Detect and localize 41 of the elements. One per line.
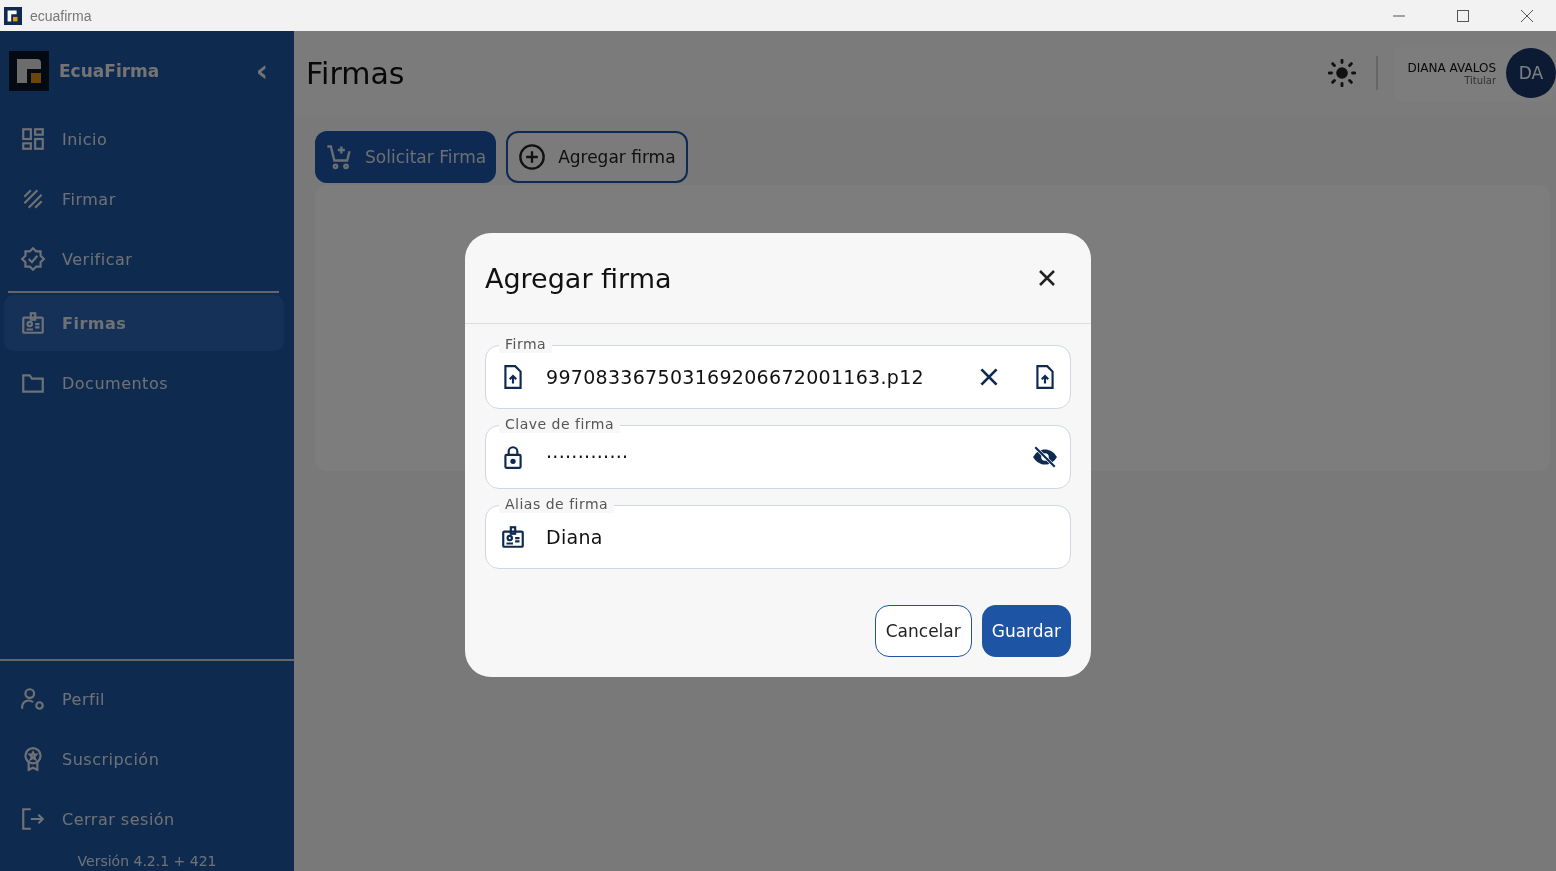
nav-item[interactable]: Documentos — [4, 355, 284, 411]
brand-logo-icon — [9, 51, 49, 91]
nav-item[interactable]: Firmas — [4, 295, 284, 351]
nav-item[interactable]: Perfil — [4, 671, 284, 727]
nav-item[interactable]: Inicio — [4, 111, 284, 167]
cancel-button[interactable]: Cancelar — [874, 605, 972, 657]
field-label: Firma — [499, 335, 553, 353]
nav-item[interactable]: Verificar — [4, 231, 284, 287]
field-label: Alias de firma — [499, 495, 615, 513]
maximize-icon[interactable] — [1457, 9, 1469, 22]
nav-icon — [20, 806, 46, 832]
nav-item[interactable]: Firmar — [4, 171, 284, 227]
nav-item[interactable]: Cerrar sesión — [4, 791, 284, 847]
field-value: ············· — [546, 446, 630, 468]
nav-icon — [20, 686, 46, 712]
collapse-button[interactable]: ‹ — [247, 56, 276, 86]
page-title: Firmas — [306, 55, 406, 91]
field-label: Clave de firma — [499, 415, 621, 433]
brand-name: EcuaFirma — [59, 61, 161, 81]
toolbar-button[interactable]: Solicitar Firma — [315, 131, 497, 183]
user-role: Titular — [1464, 74, 1496, 86]
field-value: Diana — [546, 526, 604, 548]
version-text: Versión 4.2.1 + 421 — [76, 852, 218, 871]
cart-plus-icon — [325, 143, 353, 171]
eye-off-icon[interactable] — [1032, 444, 1058, 470]
plus-circle-icon — [518, 143, 547, 171]
field-value: 997083367503169206672001163.p12 — [546, 366, 925, 388]
nav-icon — [20, 246, 46, 272]
user-name: DIANA AVALOS — [1407, 60, 1496, 75]
toolbar-button[interactable]: Agregar firma — [506, 131, 688, 183]
theme-toggle-icon[interactable] — [1327, 59, 1356, 87]
nav-icon — [20, 126, 46, 152]
close-icon[interactable] — [1521, 9, 1533, 22]
nav-item[interactable]: Suscripción — [4, 731, 284, 787]
nav-icon — [20, 310, 46, 336]
app-logo-icon — [4, 6, 22, 25]
window-title: ecuafirma — [30, 7, 92, 24]
dialog-title: Agregar firma — [485, 262, 673, 294]
user-avatar: DA — [1506, 48, 1556, 98]
field-icon — [500, 524, 526, 550]
save-button[interactable]: Guardar — [981, 605, 1071, 657]
